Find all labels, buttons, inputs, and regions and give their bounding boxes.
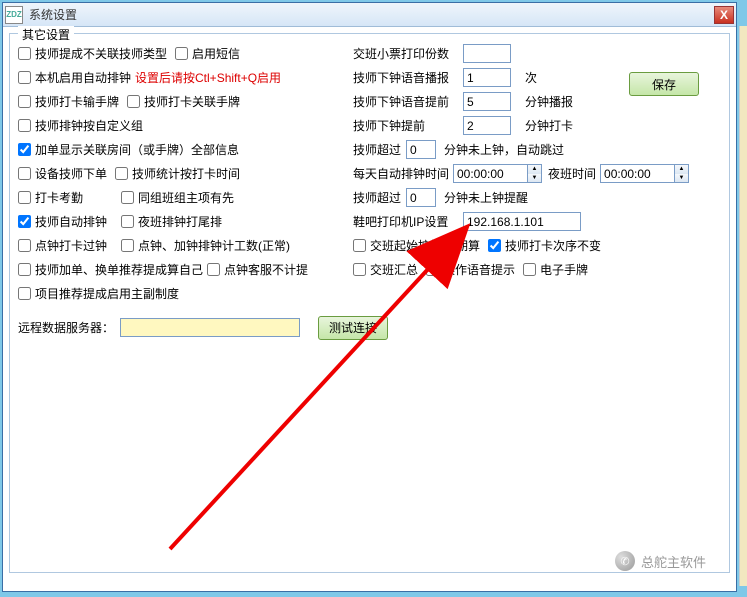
other-settings-fieldset: 其它设置 保存 技师提成不关联技师类型 启用短信 本机启用自动排钟 (9, 33, 730, 573)
chk-punch-link-badge[interactable] (127, 95, 140, 108)
chk-device-tech-order[interactable] (18, 167, 31, 180)
chk-shift-summary[interactable] (353, 263, 366, 276)
chk-add-swap-recommend-self[interactable] (18, 263, 31, 276)
spinner-night[interactable]: ▲▼ (675, 164, 689, 183)
input-tech-exceed-remind[interactable] (406, 188, 436, 207)
edge-strip (739, 26, 747, 586)
window-title: 系统设置 (29, 6, 714, 23)
test-connect-button[interactable]: 测试连接 (318, 316, 388, 340)
remote-server-label: 远程数据服务器： (18, 319, 114, 336)
chk-same-group-priority[interactable] (121, 191, 134, 204)
chk-enable-sms[interactable] (175, 47, 188, 60)
chk-op-voice-prompt[interactable] (426, 263, 439, 276)
chk-punch-input-badge[interactable] (18, 95, 31, 108)
chk-electronic-badge[interactable] (523, 263, 536, 276)
input-voice-advance[interactable] (463, 92, 511, 111)
input-off-clock-advance[interactable] (463, 116, 511, 135)
chk-point-punch-over[interactable] (18, 239, 31, 252)
content: 其它设置 保存 技师提成不关联技师类型 启用短信 本机启用自动排钟 (3, 27, 736, 591)
input-voice-broadcast[interactable] (463, 68, 511, 87)
left-column: 技师提成不关联技师类型 启用短信 本机启用自动排钟 设置后请按Ctl+Shift… (18, 42, 348, 306)
close-icon[interactable]: X (714, 6, 734, 24)
input-night-time[interactable] (600, 164, 675, 183)
app-icon: ZDZ (5, 6, 23, 24)
chk-schedule-custom-group[interactable] (18, 119, 31, 132)
chk-tech-auto-schedule[interactable] (18, 215, 31, 228)
chk-tech-commission-unlink[interactable] (18, 47, 31, 60)
titlebar: ZDZ 系统设置 X (3, 3, 736, 27)
fieldset-legend: 其它设置 (18, 26, 74, 43)
watermark: ✆ 总舵主软件 (615, 551, 706, 571)
chk-auto-schedule-local[interactable] (18, 71, 31, 84)
chk-punch-order-fixed[interactable] (488, 239, 501, 252)
chk-add-show-linked-room[interactable] (18, 143, 31, 156)
system-settings-window: ZDZ 系统设置 X 其它设置 保存 技师提成不关联技师类型 启用短信 (2, 2, 737, 592)
save-button[interactable]: 保存 (629, 72, 699, 96)
chk-point-cs-no-commission[interactable] (207, 263, 220, 276)
input-daily-auto-time[interactable] (453, 164, 528, 183)
input-tech-exceed-skip[interactable] (406, 140, 436, 159)
chk-night-tail-schedule[interactable] (121, 215, 134, 228)
watermark-icon: ✆ (615, 551, 635, 571)
chk-punch-attendance[interactable] (18, 191, 31, 204)
input-shift-receipt-copies[interactable] (463, 44, 511, 63)
watermark-text: 总舵主软件 (641, 552, 706, 571)
chk-point-add-schedule-count[interactable] (121, 239, 134, 252)
input-remote-server[interactable] (120, 318, 300, 337)
hotkey-hint: 设置后请按Ctl+Shift+Q启用 (135, 69, 281, 86)
chk-shift-start-sign[interactable] (353, 239, 366, 252)
chk-stats-by-punch-time[interactable] (115, 167, 128, 180)
chk-project-recommend-primary-secondary[interactable] (18, 287, 31, 300)
input-printer-ip[interactable] (463, 212, 581, 231)
spinner-daily-auto[interactable]: ▲▼ (528, 164, 542, 183)
